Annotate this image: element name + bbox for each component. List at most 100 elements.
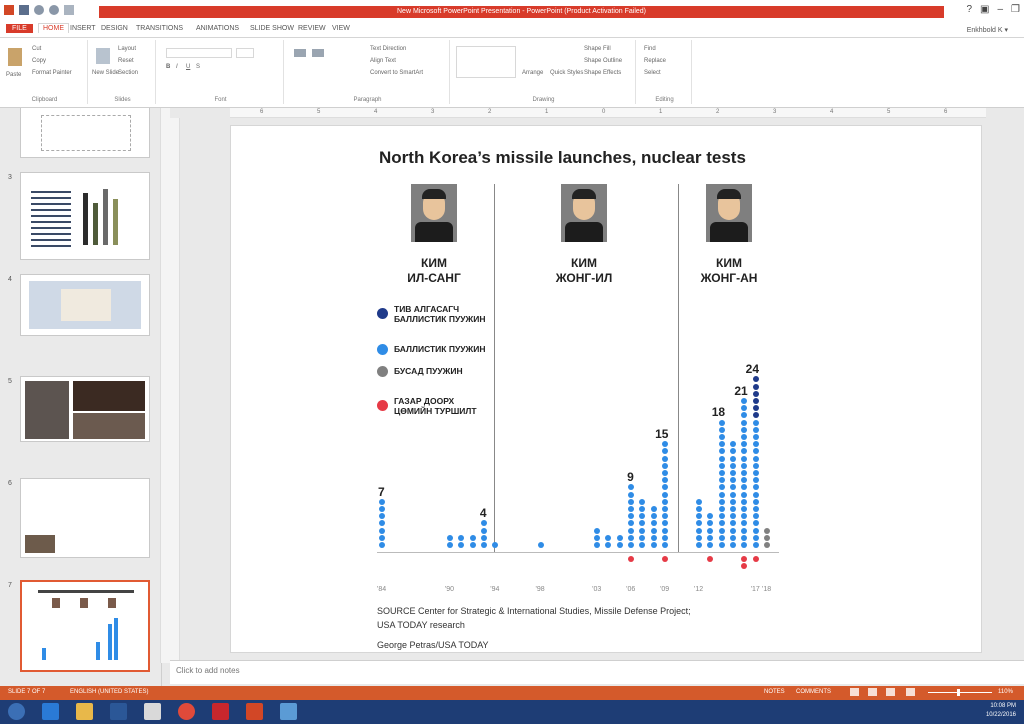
tab-view[interactable]: VIEW — [332, 25, 350, 32]
thumbnail-scrollbar[interactable] — [160, 108, 170, 663]
chart-dot — [752, 498, 759, 505]
tab-home[interactable]: HOME — [38, 23, 69, 33]
chart-dot — [741, 556, 748, 562]
quick-styles-button[interactable]: Quick Styles — [550, 70, 583, 76]
tab-transitions[interactable]: TRANSITIONS — [136, 25, 183, 32]
acrobat-icon[interactable] — [212, 703, 229, 720]
zoom-slider[interactable] — [928, 692, 992, 693]
chart-dot — [594, 527, 601, 534]
font-size-select[interactable] — [236, 48, 254, 58]
paste-icon[interactable] — [8, 48, 22, 66]
reset-button[interactable]: Reset — [118, 58, 134, 64]
chart-value-label: 4 — [479, 506, 487, 521]
leader-name-line: ЖОНГ-АН — [700, 271, 758, 285]
chart-dot — [730, 448, 737, 455]
legend-dot — [377, 400, 388, 411]
reading-view-icon[interactable] — [886, 688, 895, 696]
tab-review[interactable]: REVIEW — [298, 25, 326, 32]
slide-canvas[interactable]: North Korea’s missile launches, nuclear … — [230, 125, 982, 653]
new-slide-icon[interactable] — [96, 48, 110, 64]
notes-pane[interactable]: Click to add notes — [170, 660, 1024, 684]
bold-icon[interactable]: B — [166, 64, 170, 70]
minimize-icon[interactable]: – — [997, 4, 1003, 15]
strikethrough-icon[interactable]: S — [196, 64, 200, 70]
start-button-icon[interactable] — [8, 703, 25, 720]
chart-dot — [741, 462, 748, 469]
chrome-icon[interactable] — [178, 703, 195, 720]
slide-thumbnail-4[interactable] — [20, 274, 150, 336]
save-icon[interactable] — [19, 5, 29, 15]
thumbnail-bar — [93, 203, 98, 245]
new-slide-button[interactable]: New Slide — [92, 70, 119, 76]
slide-thumbnail-6[interactable] — [20, 478, 150, 558]
start-from-beginning-icon[interactable] — [64, 5, 74, 15]
slide-thumbnail-5[interactable] — [20, 376, 150, 442]
numbering-icon[interactable] — [312, 49, 324, 57]
chart-value-label: 21 — [734, 383, 748, 398]
tab-design[interactable]: DESIGN — [101, 25, 128, 32]
network-app-icon[interactable] — [280, 703, 297, 720]
chart-dot — [752, 390, 759, 397]
tab-slide-show[interactable]: SLIDE SHOW — [250, 25, 294, 32]
slide-thumbnail-2[interactable] — [20, 108, 150, 158]
shape-fill-button[interactable]: Shape Fill — [584, 46, 611, 52]
italic-icon[interactable]: I — [176, 64, 178, 70]
user-account[interactable]: Enkhbold K ▾ — [967, 26, 1008, 34]
chart-dot — [707, 527, 714, 534]
tab-animations[interactable]: ANIMATIONS — [196, 25, 239, 32]
replace-button[interactable]: Replace — [644, 58, 666, 64]
internet-explorer-icon[interactable] — [42, 703, 59, 720]
find-button[interactable]: Find — [644, 46, 656, 52]
text-direction-button[interactable]: Text Direction — [370, 46, 406, 52]
tab-file[interactable]: FILE — [6, 24, 33, 33]
ribbon-display-icon[interactable]: ▣ — [980, 4, 989, 15]
clock-time: 10:08 PM — [990, 703, 1016, 709]
leader-name-line: КИМ — [716, 256, 742, 270]
language-status[interactable]: ENGLISH (UNITED STATES) — [70, 689, 148, 695]
chart-dot — [730, 484, 737, 491]
chart-dot — [741, 412, 748, 419]
section-button[interactable]: Section — [118, 70, 138, 76]
word-icon[interactable] — [110, 703, 127, 720]
ruler-number: 0 — [602, 109, 606, 115]
copy-button[interactable]: Copy — [32, 58, 46, 64]
shape-effects-button[interactable]: Shape Effects — [584, 70, 621, 76]
legend-label: ГАЗАР ДООРХ ЦӨМИЙН ТУРШИЛТ — [394, 396, 477, 416]
layout-button[interactable]: Layout — [118, 46, 136, 52]
app-icon[interactable] — [144, 703, 161, 720]
convert-smartart-button[interactable]: Convert to SmartArt — [370, 70, 423, 76]
chart-dot — [718, 441, 725, 448]
comments-toggle[interactable]: COMMENTS — [796, 689, 831, 695]
file-explorer-icon[interactable] — [76, 703, 93, 720]
undo-icon[interactable] — [34, 5, 44, 15]
zoom-level[interactable]: 110% — [998, 689, 1013, 695]
tab-insert[interactable]: INSERT — [70, 25, 96, 32]
align-text-button[interactable]: Align Text — [370, 58, 396, 64]
notes-placeholder[interactable]: Click to add notes — [176, 666, 240, 675]
select-button[interactable]: Select — [644, 70, 661, 76]
powerpoint-taskbar-icon[interactable] — [246, 703, 263, 720]
font-name-select[interactable] — [166, 48, 232, 58]
format-painter-button[interactable]: Format Painter — [32, 70, 72, 76]
underline-icon[interactable]: U — [186, 64, 190, 70]
slide-thumbnail-7[interactable] — [20, 580, 150, 672]
arrange-button[interactable]: Arrange — [522, 70, 543, 76]
slideshow-icon[interactable] — [906, 688, 915, 696]
slide-sorter-icon[interactable] — [868, 688, 877, 696]
cut-button[interactable]: Cut — [32, 46, 41, 52]
bullets-icon[interactable] — [294, 49, 306, 57]
slide-thumbnail-3[interactable] — [20, 172, 150, 260]
system-clock[interactable]: 10:08 PM 10/22/2016 — [986, 702, 1016, 720]
help-icon[interactable]: ? — [966, 4, 972, 15]
legend-label: ТИВ АЛГАСАГЧ БАЛЛИСТИК ПУУЖИН — [394, 304, 485, 324]
paste-button[interactable]: Paste — [6, 72, 21, 78]
portrait-suit — [710, 222, 748, 242]
zoom-slider-thumb[interactable] — [957, 689, 960, 696]
shapes-gallery[interactable] — [456, 46, 516, 78]
slide-title[interactable]: North Korea’s missile launches, nuclear … — [379, 148, 746, 168]
notes-toggle[interactable]: NOTES — [764, 689, 785, 695]
redo-icon[interactable] — [49, 5, 59, 15]
shape-outline-button[interactable]: Shape Outline — [584, 58, 622, 64]
normal-view-icon[interactable] — [850, 688, 859, 696]
restore-icon[interactable]: ❐ — [1011, 4, 1020, 15]
